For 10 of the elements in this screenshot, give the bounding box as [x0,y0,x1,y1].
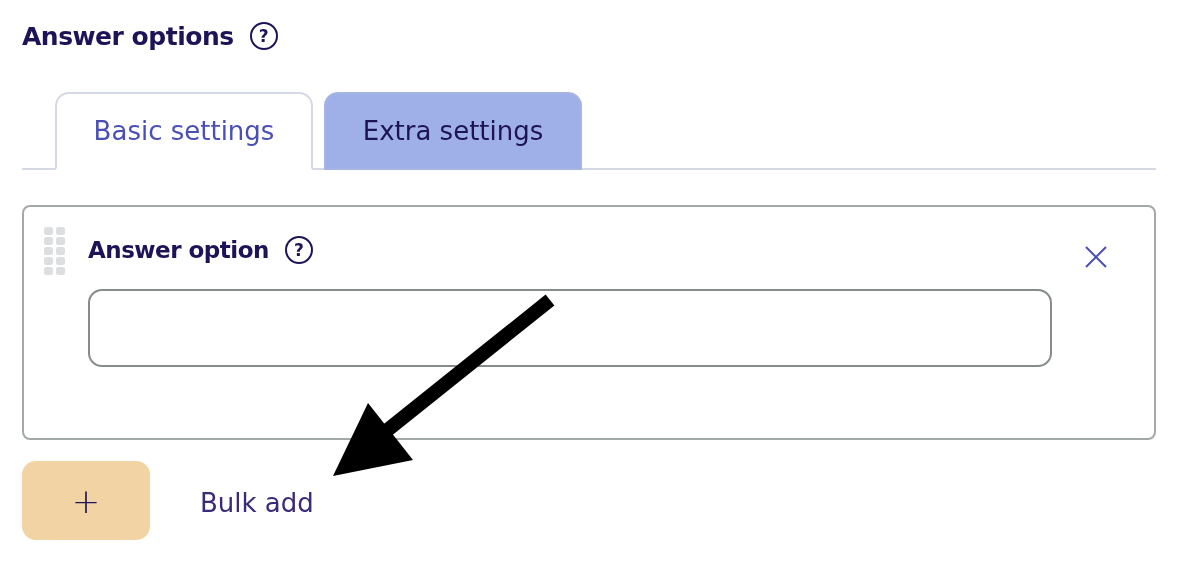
help-icon[interactable]: ? [284,236,313,264]
bulk-add-link[interactable]: Bulk add [200,487,314,518]
card-title: Answer option [88,237,269,263]
answer-input-field[interactable] [88,289,1052,367]
drag-handle-icon[interactable] [44,227,66,275]
add-button[interactable]: + [22,461,150,540]
section-title: Answer options [22,21,234,51]
tab[interactable]: Basic settings [55,92,313,170]
help-icon[interactable]: ? [249,22,278,50]
tab[interactable]: Extra settings [324,92,582,170]
